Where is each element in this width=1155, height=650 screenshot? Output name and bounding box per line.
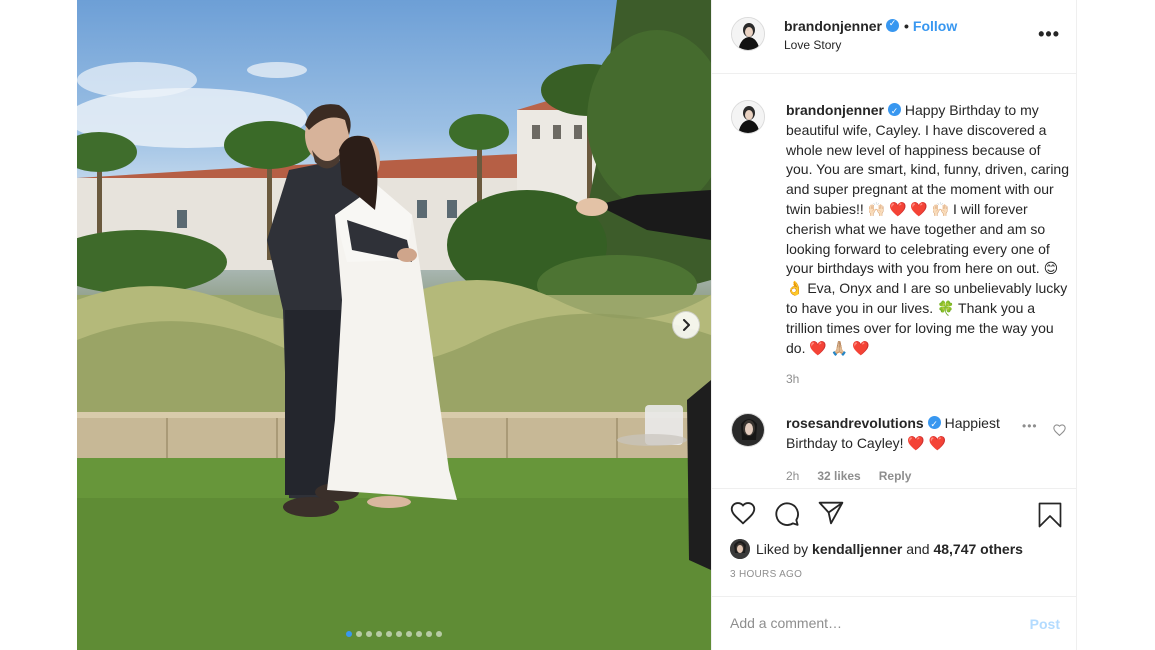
liker-avatar[interactable] (730, 539, 750, 559)
author-avatar[interactable] (731, 17, 765, 51)
carousel-dot (396, 631, 402, 637)
post-subtitle[interactable]: Love Story (784, 38, 841, 52)
photo-scene (77, 0, 711, 650)
author-username[interactable]: brandonjenner (784, 18, 882, 34)
liker-username[interactable]: kendalljenner (812, 541, 902, 557)
follow-button[interactable]: Follow (913, 18, 957, 34)
chevron-right-icon (683, 319, 690, 331)
heart-icon (730, 502, 756, 525)
post-details-panel: brandonjenner •Follow Love Story ••• bran… (711, 0, 1077, 650)
like-button[interactable] (730, 501, 756, 530)
comment-like-heart-icon[interactable] (1053, 423, 1066, 441)
carousel-dot (376, 631, 382, 637)
bookmark-icon (1038, 502, 1062, 528)
post-photo[interactable] (77, 0, 711, 650)
comment-bubble-icon (775, 502, 799, 526)
carousel-dot (356, 631, 362, 637)
carousel-dot (386, 631, 392, 637)
carousel-dot (426, 631, 432, 637)
comment-options-icon[interactable]: ••• (1022, 419, 1038, 433)
verified-badge-icon (927, 415, 941, 435)
profile-photo (732, 18, 764, 50)
liked-by-prefix: Liked by (756, 541, 809, 557)
commenter-username[interactable]: rosesandrevolutions (786, 415, 924, 431)
post-caption: brandonjenner Happy Birthday to my beaut… (786, 101, 1070, 358)
profile-photo (732, 101, 764, 133)
comment-timestamp[interactable]: 2h (786, 469, 799, 483)
liked-by-and: and (906, 541, 930, 557)
caption-username[interactable]: brandonjenner (786, 102, 884, 118)
comment: rosesandrevolutions Happiest Birthday to… (786, 414, 1018, 454)
comment-input[interactable] (730, 613, 1010, 633)
paper-plane-icon (818, 501, 844, 525)
post-header: brandonjenner •Follow Love Story ••• (712, 0, 1076, 74)
save-button[interactable] (1038, 502, 1062, 533)
carousel-dot (346, 631, 352, 637)
commenter-avatar[interactable] (731, 413, 765, 447)
comment-likes-count[interactable]: 32 likes (817, 469, 860, 483)
add-comment-bar: Post (712, 596, 1076, 650)
separator-dot: • (904, 18, 909, 34)
verified-badge-icon (888, 102, 902, 122)
verified-badge-icon (886, 18, 900, 32)
others-count[interactable]: 48,747 others (933, 541, 1023, 557)
carousel-dot (436, 631, 442, 637)
comment-button[interactable] (774, 501, 800, 532)
reply-button[interactable]: Reply (879, 469, 912, 483)
post-comment-button[interactable]: Post (1030, 616, 1060, 632)
carousel-dot (416, 631, 422, 637)
comment-meta: 2h 32 likes Reply (786, 469, 929, 483)
caption-avatar[interactable] (731, 100, 765, 134)
profile-photo (732, 414, 764, 446)
carousel-indicator (77, 631, 711, 637)
caption-timestamp[interactable]: 3h (786, 372, 799, 386)
post-actions: Liked by kendalljenner and 48,747 others… (712, 488, 1076, 596)
carousel-dot (406, 631, 412, 637)
share-button[interactable] (818, 501, 844, 530)
next-slide-button[interactable] (672, 311, 700, 339)
post-timestamp[interactable]: 3 HOURS AGO (730, 569, 802, 580)
profile-photo (730, 539, 750, 559)
heart-outline-icon (1053, 424, 1066, 437)
caption-text: Happy Birthday to my beautiful wife, Cay… (786, 102, 1070, 356)
carousel-dot (366, 631, 372, 637)
likes-summary: Liked by kendalljenner and 48,747 others (730, 539, 1023, 559)
more-options-icon[interactable]: ••• (1038, 24, 1060, 45)
